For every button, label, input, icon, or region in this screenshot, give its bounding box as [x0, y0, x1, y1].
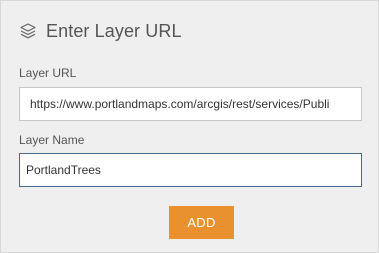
panel-title: Enter Layer URL: [46, 20, 182, 41]
layer-name-input[interactable]: [19, 153, 362, 187]
add-button[interactable]: ADD: [169, 206, 234, 239]
panel-header: Enter Layer URL: [19, 19, 182, 43]
layer-url-input[interactable]: [19, 87, 362, 121]
layer-name-label: Layer Name: [19, 133, 85, 147]
layer-url-label: Layer URL: [19, 66, 77, 80]
layers-icon: [19, 22, 37, 40]
enter-layer-url-panel: Enter Layer URL Layer URL Layer Name ADD: [0, 0, 379, 253]
